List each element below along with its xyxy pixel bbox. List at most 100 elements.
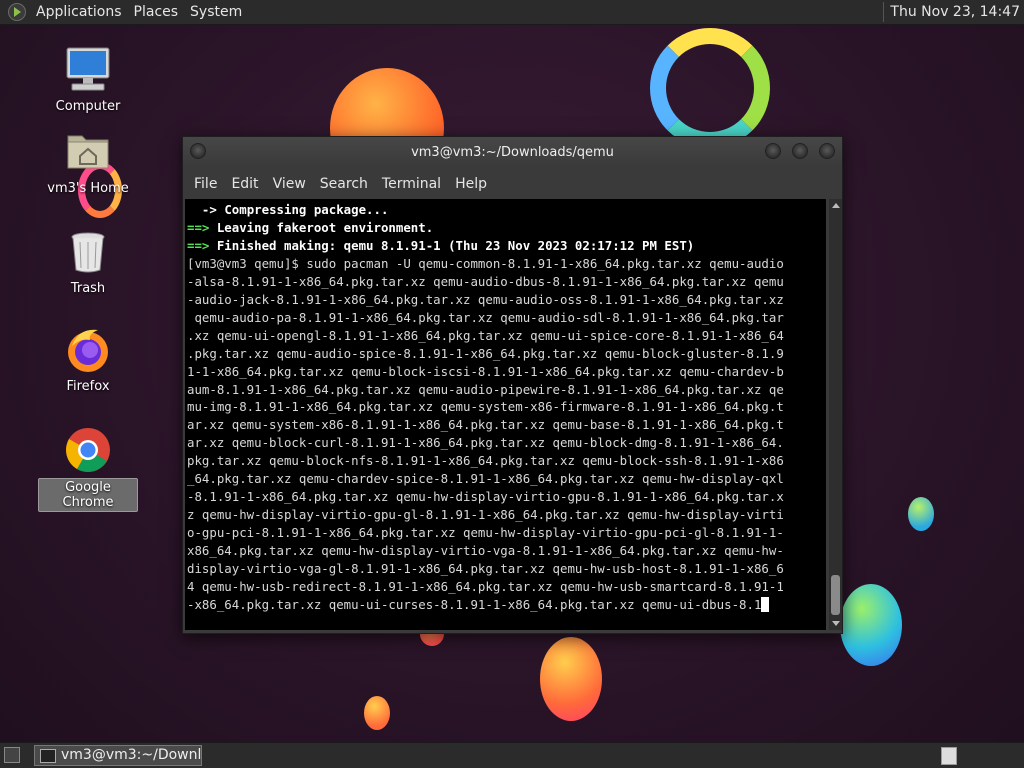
terminal-line-text: ar.xz qemu-block-curl-8.1.91-1-x86_64.pk… [187, 435, 784, 451]
terminal-window[interactable]: vm3@vm3:~/Downloads/qemu File Edit View … [182, 136, 843, 634]
terminal-line-text: [vm3@vm3 qemu]$ sudo pacman -U qemu-comm… [187, 255, 784, 271]
desktop-icon-firefox[interactable]: Firefox [38, 326, 138, 395]
workspace-switcher[interactable] [941, 747, 957, 765]
desktop-icon-label: Firefox [66, 379, 110, 394]
terminal-line: ==> Leaving fakeroot environment. [187, 219, 826, 237]
terminal-line-text: display-virtio-vga-gl-8.1.91-1-x86_64.pk… [187, 561, 784, 577]
terminal-line: aum-8.1.91-1-x86_64.pkg.tar.xz qemu-audi… [187, 381, 826, 399]
terminal-cursor [761, 596, 769, 612]
terminal-line-text: z qemu-hw-display-virtio-gpu-gl-8.1.91-1… [187, 507, 784, 523]
window-title: vm3@vm3:~/Downloads/qemu [411, 145, 614, 160]
terminal-line-text: Leaving fakeroot environment. [216, 219, 434, 235]
terminal-line: -alsa-8.1.91-1-x86_64.pkg.tar.xz qemu-au… [187, 273, 826, 291]
terminal-line-text: 1-1-x86_64.pkg.tar.xz qemu-block-iscsi-8… [187, 363, 784, 379]
menu-search[interactable]: Search [313, 176, 375, 192]
terminal-line-text: x86_64.pkg.tar.xz qemu-hw-display-virtio… [187, 543, 784, 559]
wallpaper-orange-oval [540, 637, 602, 721]
terminal-line-text: ar.xz qemu-system-x86-8.1.91-1-x86_64.pk… [187, 417, 784, 433]
terminal-line-text: .pkg.tar.xz qemu-audio-spice-8.1.91-1-x8… [187, 345, 784, 361]
bottom-panel: vm3@vm3:~/Downl... [0, 742, 1024, 768]
desktop-icon-home[interactable]: vm3's Home [38, 128, 138, 197]
terminal-line: -> Compressing package... [187, 201, 826, 219]
wallpaper-blue-egg [908, 497, 934, 531]
places-menu[interactable]: Places [128, 0, 185, 24]
desktop-icon-label: Computer [55, 99, 121, 114]
wallpaper-large-blue-oval [840, 584, 902, 666]
panel-separator [883, 2, 885, 22]
desktop-icon-label: Trash [70, 281, 106, 296]
menu-terminal[interactable]: Terminal [375, 176, 448, 192]
terminal-line-prefix: -> [187, 202, 225, 217]
terminal-line: ==> Finished making: qemu 8.1.91-1 (Thu … [187, 237, 826, 255]
close-button[interactable] [819, 143, 835, 159]
terminal-line: ar.xz qemu-system-x86-8.1.91-1-x86_64.pk… [187, 416, 826, 434]
terminal-line: 1-1-x86_64.pkg.tar.xz qemu-block-iscsi-8… [187, 363, 826, 381]
distro-logo-icon[interactable] [8, 3, 26, 21]
window-title-bar[interactable]: vm3@vm3:~/Downloads/qemu [183, 137, 842, 169]
scrollbar-thumb[interactable] [831, 575, 840, 615]
desktop-icon-label: vm3's Home [47, 181, 129, 196]
terminal-line: o-gpu-pci-8.1.91-1-x86_64.pkg.tar.xz qem… [187, 524, 826, 542]
terminal-line: -audio-jack-8.1.91-1-x86_64.pkg.tar.xz q… [187, 291, 826, 309]
terminal-line: mu-img-8.1.91-1-x86_64.pkg.tar.xz qemu-s… [187, 398, 826, 416]
chrome-icon [64, 426, 112, 474]
menu-view[interactable]: View [266, 176, 313, 192]
desktop-icon-computer[interactable]: Computer [38, 46, 138, 115]
terminal-line-text: -8.1.91-1-x86_64.pkg.tar.xz qemu-hw-disp… [187, 489, 784, 505]
terminal-line: z qemu-hw-display-virtio-gpu-gl-8.1.91-1… [187, 506, 826, 524]
menu-edit[interactable]: Edit [224, 176, 265, 192]
minimize-button[interactable] [765, 143, 781, 159]
terminal-line-text: 4 qemu-hw-usb-redirect-8.1.91-1-x86_64.p… [187, 579, 784, 595]
terminal-line-text: -alsa-8.1.91-1-x86_64.pkg.tar.xz qemu-au… [187, 273, 784, 289]
terminal-line: qemu-audio-pa-8.1.91-1-x86_64.pkg.tar.xz… [187, 309, 826, 327]
terminal-line: .xz qemu-ui-opengl-8.1.91-1-x86_64.pkg.t… [187, 327, 826, 345]
terminal-line: 4 qemu-hw-usb-redirect-8.1.91-1-x86_64.p… [187, 578, 826, 596]
terminal-line-text: o-gpu-pci-8.1.91-1-x86_64.pkg.tar.xz qem… [187, 525, 784, 541]
clock[interactable]: Thu Nov 23, 14:47 [890, 4, 1024, 20]
terminal-line: -8.1.91-1-x86_64.pkg.tar.xz qemu-hw-disp… [187, 488, 826, 506]
terminal-line: pkg.tar.xz qemu-block-nfs-8.1.91-1-x86_6… [187, 452, 826, 470]
scroll-down-arrow-icon[interactable] [832, 621, 840, 626]
desktop-icon-trash[interactable]: Trash [38, 228, 138, 297]
terminal-menu-bar: File Edit View Search Terminal Help [183, 169, 842, 199]
terminal-line-text: pkg.tar.xz qemu-block-nfs-8.1.91-1-x86_6… [187, 453, 784, 469]
terminal-line-text: Compressing package... [224, 202, 389, 217]
terminal-icon [40, 749, 56, 763]
scroll-up-arrow-icon[interactable] [832, 203, 840, 208]
terminal-line: .pkg.tar.xz qemu-audio-spice-8.1.91-1-x8… [187, 345, 826, 363]
terminal-line: [vm3@vm3 qemu]$ sudo pacman -U qemu-comm… [187, 255, 826, 273]
desktop-icon-google-chrome[interactable]: Google Chrome [38, 426, 138, 512]
menu-help[interactable]: Help [448, 176, 494, 192]
terminal-line-prefix: ==> [187, 219, 217, 235]
show-desktop-button[interactable] [4, 747, 20, 763]
terminal-line: _64.pkg.tar.xz qemu-chardev-spice-8.1.91… [187, 470, 826, 488]
menu-file[interactable]: File [187, 176, 224, 192]
terminal-line-text: _64.pkg.tar.xz qemu-chardev-spice-8.1.91… [187, 471, 784, 487]
desktop-icon-label: Google Chrome [38, 478, 138, 512]
terminal-line-text: Finished making: qemu 8.1.91-1 (Thu 23 N… [216, 237, 695, 253]
terminal-line-text: mu-img-8.1.91-1-x86_64.pkg.tar.xz qemu-s… [187, 399, 784, 415]
terminal-line: ar.xz qemu-block-curl-8.1.91-1-x86_64.pk… [187, 434, 826, 452]
terminal-line-prefix: ==> [187, 237, 217, 253]
terminal-line-text: aum-8.1.91-1-x86_64.pkg.tar.xz qemu-audi… [187, 381, 784, 397]
terminal-text: -> Compressing package... ==> Leaving fak… [185, 199, 826, 614]
terminal-line-text: .xz qemu-ui-opengl-8.1.91-1-x86_64.pkg.t… [187, 327, 784, 343]
applications-menu[interactable]: Applications [30, 0, 128, 24]
wallpaper-small-orange-oval [364, 696, 390, 730]
wallpaper-rainbow-ring [650, 28, 770, 148]
terminal-line-text: qemu-audio-pa-8.1.91-1-x86_64.pkg.tar.xz… [187, 309, 784, 325]
taskbar-item-label: vm3@vm3:~/Downl... [61, 747, 202, 763]
top-panel: Applications Places System Thu Nov 23, 1… [0, 0, 1024, 25]
terminal-line: display-virtio-vga-gl-8.1.91-1-x86_64.pk… [187, 560, 826, 578]
firefox-icon [64, 326, 112, 374]
taskbar-item-terminal[interactable]: vm3@vm3:~/Downl... [34, 745, 202, 766]
terminal-line: x86_64.pkg.tar.xz qemu-hw-display-virtio… [187, 542, 826, 560]
terminal-line: -x86_64.pkg.tar.xz qemu-ui-curses-8.1.91… [187, 596, 826, 614]
home-folder-icon [64, 128, 112, 176]
terminal-output[interactable]: -> Compressing package... ==> Leaving fak… [185, 199, 826, 630]
system-menu[interactable]: System [184, 0, 248, 24]
trash-icon [64, 228, 112, 276]
terminal-scrollbar[interactable] [829, 199, 842, 630]
terminal-line-text: -audio-jack-8.1.91-1-x86_64.pkg.tar.xz q… [187, 291, 784, 307]
maximize-button[interactable] [792, 143, 808, 159]
